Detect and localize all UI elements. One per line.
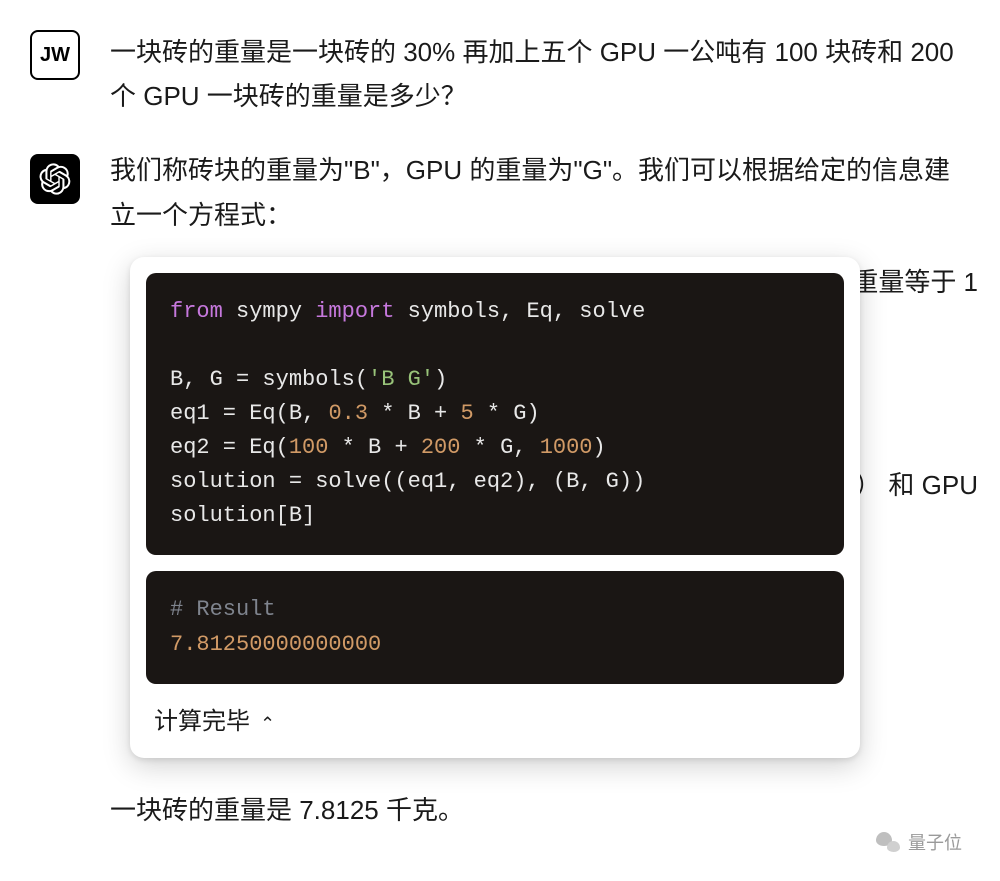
assistant-final-answer: 一块砖的重量是 7.8125 千克。 (110, 788, 970, 832)
code-block-input: from sympy import symbols, Eq, solve B, … (146, 273, 844, 556)
assistant-message: 我们称砖块的重量为"B"，GPU 的重量为"G"。我们可以根据给定的信息建立一个… (110, 148, 970, 758)
assistant-intro-text: 我们称砖块的重量为"B"，GPU 的重量为"G"。我们可以根据给定的信息建立一个… (110, 148, 970, 236)
chevron-up-icon: ⌄ (260, 707, 275, 738)
assistant-avatar (30, 154, 80, 204)
obscured-text-line-1: 重量等于 1 (852, 260, 978, 304)
code-keyword: import (315, 299, 394, 324)
wechat-icon (876, 832, 900, 852)
watermark: 量子位 (876, 829, 962, 855)
code-comment: # Result (170, 597, 276, 622)
code-execution-card: from sympy import symbols, Eq, solve B, … (130, 257, 860, 759)
code-keyword: from (170, 299, 223, 324)
code-string: 'B G' (368, 367, 434, 392)
openai-logo-icon (39, 163, 71, 195)
watermark-text: 量子位 (908, 829, 962, 855)
code-block-output: # Result 7.81250000000000 (146, 571, 844, 683)
user-avatar: JW (30, 30, 80, 80)
code-result-value: 7.81250000000000 (170, 632, 381, 657)
user-message-text: 一块砖的重量是一块砖的 30% 再加上五个 GPU 一公吨有 100 块砖和 2… (110, 30, 970, 118)
calculation-done-toggle[interactable]: 计算完毕 ⌄ (154, 702, 275, 743)
assistant-message-row: 我们称砖块的重量为"B"，GPU 的重量为"G"。我们可以根据给定的信息建立一个… (30, 148, 970, 758)
calculation-done-label: 计算完毕 (154, 702, 250, 743)
user-avatar-initials: JW (40, 44, 70, 67)
user-message-row: JW 一块砖的重量是一块砖的 30% 再加上五个 GPU 一公吨有 100 块砖… (30, 20, 970, 118)
obscured-text-line-2: ） 和 GPU (855, 463, 978, 507)
